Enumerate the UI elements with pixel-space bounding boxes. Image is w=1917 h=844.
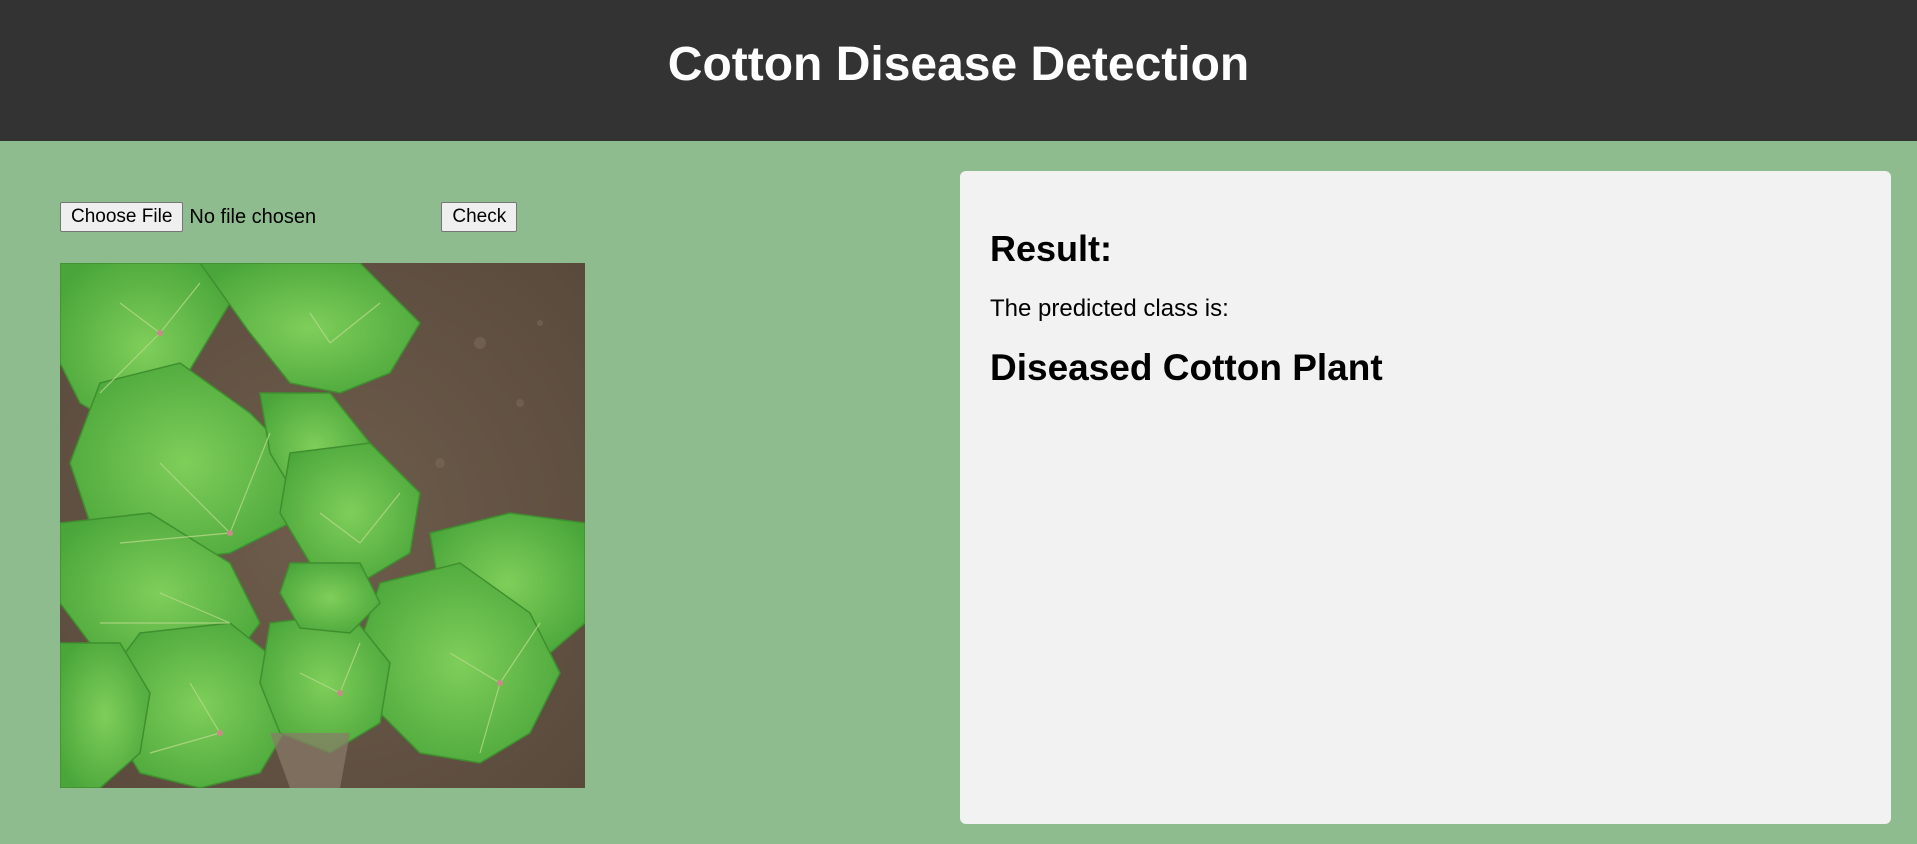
result-label: The predicted class is: <box>990 294 1229 322</box>
upload-form: Choose File No file chosen Check <box>60 202 518 232</box>
predicted-class: Diseased Cotton Plant <box>990 346 1383 388</box>
choose-file-button[interactable]: Choose File <box>60 202 184 232</box>
cotton-plant-image <box>60 263 585 788</box>
page-title: Cotton Disease Detection <box>667 37 1250 91</box>
result-panel: Result: The predicted class is: Diseased… <box>960 171 1891 824</box>
result-heading: Result: <box>990 228 1113 269</box>
check-button[interactable]: Check <box>441 202 518 232</box>
page-header: Cotton Disease Detection <box>0 0 1917 141</box>
uploaded-image-preview <box>60 263 585 788</box>
file-status-text: No file chosen <box>189 205 317 228</box>
